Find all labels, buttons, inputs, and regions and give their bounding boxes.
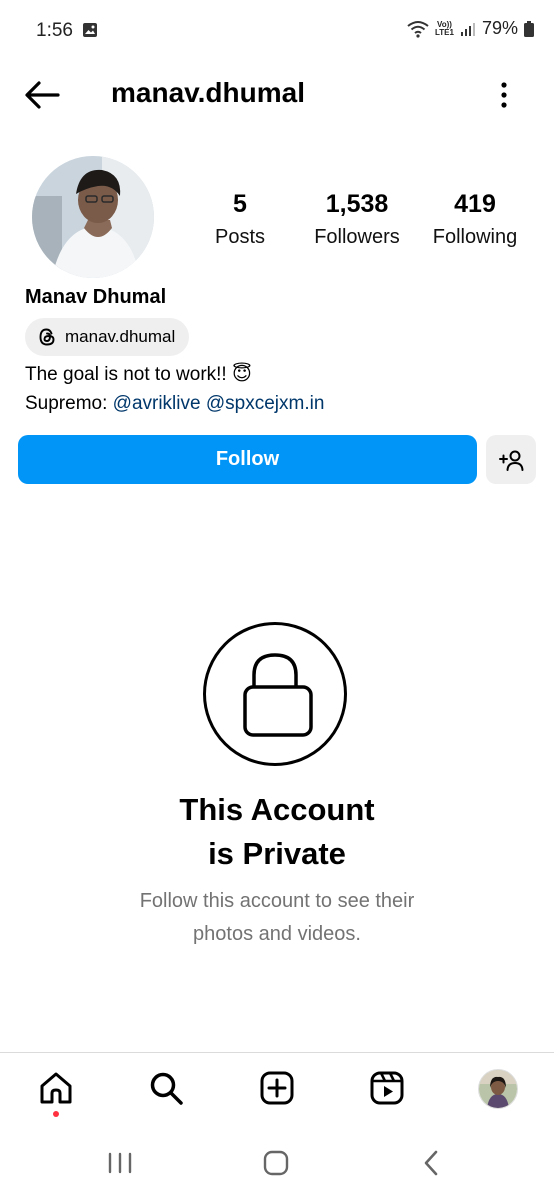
avatar-photo bbox=[32, 156, 154, 278]
profile-tab-avatar[interactable] bbox=[478, 1069, 518, 1109]
private-lock-badge bbox=[203, 622, 347, 766]
followers-stat[interactable]: 1,538 Followers bbox=[297, 188, 417, 254]
mention-link[interactable]: @spxcejxm.in bbox=[206, 393, 325, 414]
battery-icon bbox=[524, 20, 534, 37]
reels-tab[interactable] bbox=[367, 1068, 407, 1108]
signal-icon bbox=[460, 22, 475, 36]
search-icon bbox=[150, 1072, 183, 1105]
bottom-nav-divider bbox=[0, 1052, 554, 1053]
bio-prefix: Supremo: bbox=[25, 393, 108, 414]
back-arrow-icon[interactable] bbox=[22, 78, 62, 112]
following-stat[interactable]: 419 Following bbox=[415, 188, 535, 254]
create-tab[interactable] bbox=[257, 1068, 297, 1108]
search-tab[interactable] bbox=[146, 1068, 186, 1108]
followers-count: 1,538 bbox=[325, 190, 389, 218]
home-system-icon[interactable] bbox=[261, 1148, 291, 1178]
home-tab[interactable] bbox=[36, 1068, 76, 1108]
threads-badge[interactable]: manav.dhumal bbox=[25, 318, 190, 356]
status-time: 1:56 bbox=[36, 20, 73, 41]
private-account-title: This Account is Private bbox=[179, 792, 375, 871]
battery-percent: 79% bbox=[481, 18, 518, 38]
lock-icon bbox=[243, 653, 313, 737]
posts-label: Posts bbox=[214, 226, 266, 248]
profile-username-title: manav.dhumal bbox=[111, 77, 305, 108]
wifi-icon bbox=[407, 20, 429, 38]
followers-label: Followers bbox=[314, 226, 400, 248]
more-options-icon[interactable] bbox=[494, 80, 514, 110]
following-label: Following bbox=[432, 226, 518, 248]
recent-apps-icon[interactable] bbox=[106, 1148, 134, 1178]
notification-dot bbox=[53, 1111, 59, 1117]
bio-mentions-line: Supremo: @avriklive @spxcejxm.in bbox=[25, 393, 324, 415]
display-name: Manav Dhumal bbox=[25, 286, 167, 308]
profile-avatar-icon bbox=[479, 1070, 517, 1108]
mention-link[interactable]: @avriklive bbox=[113, 393, 201, 414]
follow-button[interactable]: Follow bbox=[18, 435, 477, 484]
posts-count: 5 bbox=[233, 190, 247, 218]
volte-indicator: Vo)) LTE1 bbox=[435, 19, 454, 37]
home-icon bbox=[40, 1072, 72, 1104]
back-system-icon[interactable] bbox=[418, 1148, 444, 1178]
bio-text: The goal is not to work!! 😇 bbox=[25, 364, 252, 385]
status-indicators: Vo)) LTE1 79% bbox=[407, 18, 534, 39]
reels-icon bbox=[370, 1071, 404, 1105]
threads-handle: manav.dhumal bbox=[65, 327, 176, 346]
threads-icon bbox=[39, 328, 55, 346]
profile-avatar[interactable] bbox=[32, 156, 154, 278]
following-count: 419 bbox=[454, 190, 496, 218]
posts-stat[interactable]: 5 Posts bbox=[180, 188, 300, 254]
suggested-users-button[interactable] bbox=[486, 435, 536, 484]
add-person-icon bbox=[499, 450, 524, 471]
private-account-subtitle: Follow this account to see their photos … bbox=[139, 890, 415, 945]
create-icon bbox=[260, 1071, 294, 1105]
gallery-notification-icon bbox=[83, 23, 97, 37]
